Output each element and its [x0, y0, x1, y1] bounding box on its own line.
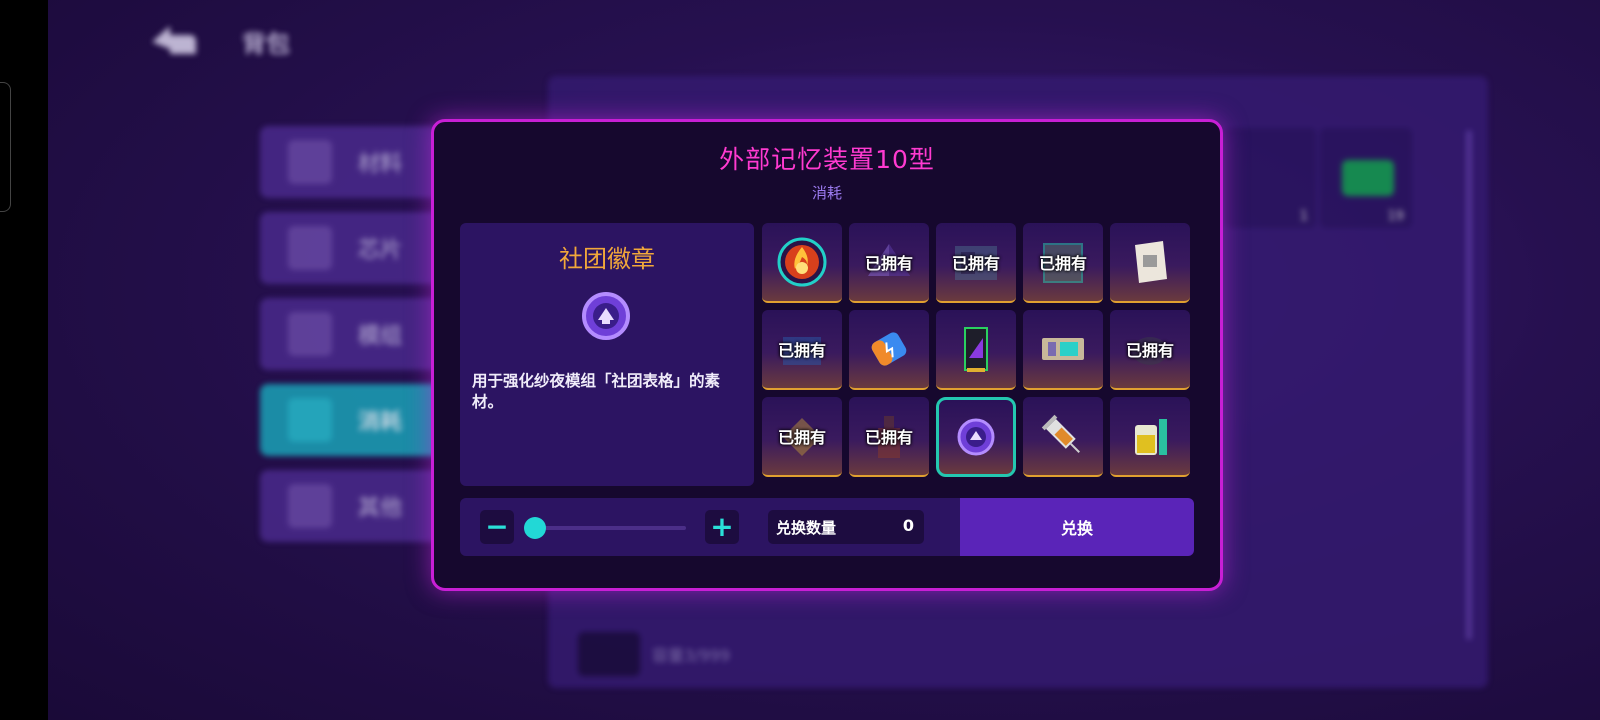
slot-count: 19 — [1387, 209, 1404, 224]
decrease-button[interactable]: − — [480, 510, 514, 544]
fire-emblem-icon — [777, 237, 827, 287]
item-slot[interactable]: 已拥有 — [762, 310, 842, 390]
quantity-display: 兑换数量 0 — [768, 510, 924, 544]
quantity-label: 兑换数量 — [776, 519, 837, 537]
item-slot[interactable]: 已拥有 — [1110, 310, 1190, 390]
quantity-value: 0 — [902, 516, 914, 535]
inventory-scrollbar[interactable] — [1466, 130, 1472, 640]
sidebar-item-label: 模组 — [358, 324, 403, 349]
purple-chip-icon — [964, 327, 988, 372]
item-slot[interactable] — [936, 310, 1016, 390]
item-slot-selected[interactable] — [936, 397, 1016, 477]
chip-icon — [288, 226, 332, 270]
sidebar-item-label: 材料 — [358, 152, 403, 177]
item-slot[interactable] — [1110, 397, 1190, 477]
owned-label: 已拥有 — [777, 428, 826, 447]
club-badge-icon — [582, 292, 630, 340]
materials-icon — [288, 140, 332, 184]
device-edge-tab — [0, 82, 11, 212]
capacity-text: 容量3/999 — [652, 646, 731, 665]
inventory-title: 背包 — [242, 30, 290, 58]
item-slot[interactable] — [762, 223, 842, 303]
dialog-title: 外部记忆装置10型 — [719, 145, 935, 174]
capacity-icon — [578, 632, 640, 676]
exchange-button[interactable]: 兑换 — [960, 498, 1194, 556]
item-grid: 已拥有 已拥有 已拥有 已拥有 已拥有 已拥有 已拥有 — [762, 223, 1202, 489]
owned-label: 已拥有 — [1125, 341, 1174, 360]
item-description: 用于强化纱夜模组「社团表格」的素材。 — [472, 372, 721, 411]
slot-count: 1 — [1299, 209, 1308, 224]
module-icon — [288, 312, 332, 356]
item-slot[interactable] — [1023, 310, 1103, 390]
item-slot[interactable] — [1110, 223, 1190, 303]
green-cash-icon — [1342, 160, 1394, 196]
item-slot[interactable]: 已拥有 — [849, 397, 929, 477]
item-slot[interactable]: 已拥有 — [1023, 223, 1103, 303]
sidebar-item-label: 芯片 — [358, 238, 403, 263]
inventory-slot[interactable]: 1 — [1224, 128, 1316, 228]
owned-label: 已拥有 — [951, 254, 1000, 273]
item-slot[interactable]: 已拥有 — [936, 223, 1016, 303]
owned-label: 已拥有 — [864, 254, 913, 273]
memory-card-icon — [1042, 338, 1084, 360]
exchange-dialog: 外部记忆装置10型 消耗 社团徽章 用于强化纱夜模组「社团表格」的素材。 已拥有 — [431, 119, 1223, 591]
item-slot[interactable]: 已拥有 — [762, 397, 842, 477]
item-slot[interactable] — [1023, 397, 1103, 477]
item-slot[interactable]: 已拥有 — [849, 223, 929, 303]
box-icon — [288, 484, 332, 528]
quantity-slider[interactable] — [534, 526, 686, 530]
owned-label: 已拥有 — [1038, 254, 1087, 273]
dialog-category: 消耗 — [811, 184, 842, 202]
exchange-controls: − + 兑换数量 0 兑换 — [460, 498, 1194, 556]
inventory-slot[interactable]: 19 — [1320, 128, 1412, 228]
quantity-slider-thumb[interactable] — [524, 517, 546, 539]
item-name: 社团徽章 — [559, 245, 655, 273]
sidebar-item-label: 其他 — [358, 496, 403, 521]
battery-capsule-icon — [871, 332, 907, 366]
item-detail-panel: 社团徽章 用于强化纱夜模组「社团表格」的素材。 — [460, 223, 754, 486]
paper-note-icon — [1135, 241, 1167, 283]
potion-jar-icon — [1135, 419, 1167, 455]
item-slot[interactable] — [849, 310, 929, 390]
club-badge-icon — [957, 418, 995, 456]
syringe-icon — [1041, 414, 1080, 453]
consumable-icon — [288, 398, 332, 442]
back-arrow-icon[interactable] — [148, 22, 198, 58]
increase-button[interactable]: + — [705, 510, 739, 544]
owned-label: 已拥有 — [864, 428, 913, 447]
sidebar-item-label: 消耗 — [358, 410, 403, 435]
owned-label: 已拥有 — [777, 341, 826, 360]
